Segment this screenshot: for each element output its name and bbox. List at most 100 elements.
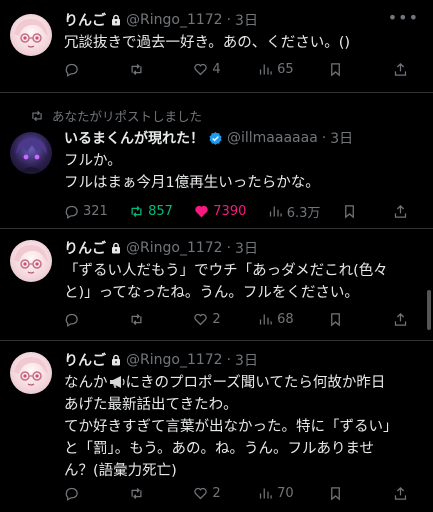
avatar[interactable] — [10, 132, 52, 174]
separator: · — [226, 352, 232, 368]
reply-button[interactable]: 321 — [64, 202, 108, 221]
share-button[interactable] — [393, 62, 423, 77]
post-text-line: フルか。 — [64, 153, 122, 169]
post-1[interactable]: りんご @Ringo_1172 · 3日 ••• 冗談抜きで過去一好き。あの、く… — [0, 0, 433, 90]
heart-icon — [194, 63, 208, 76]
avatar[interactable] — [10, 240, 52, 282]
reply-icon — [65, 313, 78, 327]
share-icon — [394, 62, 407, 76]
separator: · — [226, 12, 232, 28]
display-name[interactable]: りんご — [64, 10, 106, 30]
display-name[interactable]: りんご — [64, 350, 106, 370]
repost-icon — [131, 206, 142, 217]
repost-icon — [131, 314, 142, 325]
timestamp[interactable]: 3日 — [235, 238, 258, 258]
repost-icon — [32, 110, 42, 121]
post-text-line: と)」ってなったね。うん。フルをください。 — [64, 285, 359, 301]
separator: · — [226, 240, 232, 256]
views-button[interactable]: 6.3万 — [268, 202, 321, 221]
repost-button[interactable]: 857 — [129, 202, 173, 221]
like-count: 4 — [212, 62, 221, 77]
share-button[interactable] — [393, 486, 423, 501]
post-text-line: てか好きすぎて言葉が出なかった。特に「ずるい」 — [64, 419, 398, 435]
handle[interactable]: @Ringo_1172 — [126, 12, 223, 28]
repost-button[interactable] — [129, 62, 159, 77]
view-count: 65 — [277, 62, 294, 77]
reply-icon — [65, 487, 78, 501]
like-count: 7390 — [213, 204, 247, 219]
views-button[interactable]: 68 — [258, 312, 294, 327]
reply-icon — [65, 63, 78, 77]
reply-button[interactable] — [64, 62, 94, 77]
bookmark-button[interactable] — [328, 312, 358, 327]
share-icon — [394, 486, 407, 500]
scrollbar[interactable] — [427, 290, 431, 330]
bookmark-icon — [344, 205, 354, 219]
post-text-line: フルはまぁ今月1億再生いったらかな。 — [64, 175, 320, 191]
bookmark-button[interactable] — [342, 202, 372, 221]
megaphone-emoji — [108, 374, 126, 388]
views-button[interactable]: 65 — [258, 62, 294, 77]
post-3[interactable]: りんご @Ringo_1172 · 3日 「ずるい人だもう」でウチ「あっダメだこ… — [0, 228, 433, 340]
handle[interactable]: @illmaaaaaa — [227, 130, 318, 146]
bookmark-button[interactable] — [328, 62, 358, 77]
display-name[interactable]: いるまくんが現れた！ — [64, 128, 204, 148]
bookmark-button[interactable] — [328, 486, 358, 501]
avatar[interactable] — [10, 14, 52, 56]
post-text-fragment: なんか — [64, 375, 108, 391]
reply-button[interactable] — [64, 312, 94, 327]
post-2[interactable]: あなたがリポストしました いるまくんが現れた！ @illmaaaaaa · 3日… — [0, 92, 433, 228]
like-count: 2 — [212, 486, 221, 501]
lock-icon — [110, 14, 122, 26]
bookmark-icon — [331, 487, 341, 501]
views-icon — [259, 314, 272, 325]
repost-count: 857 — [148, 204, 173, 219]
views-icon — [259, 64, 272, 75]
view-count: 70 — [277, 486, 294, 501]
timestamp[interactable]: 3日 — [330, 128, 353, 148]
reply-count: 321 — [83, 204, 108, 219]
separator: · — [321, 130, 327, 146]
post-text-line-1: なんか にきのプロポーズ聞いてたら何故か昨日 — [64, 372, 415, 394]
timestamp[interactable]: 3日 — [235, 10, 258, 30]
handle[interactable]: @Ringo_1172 — [126, 352, 223, 368]
timestamp[interactable]: 3日 — [235, 350, 258, 370]
repost-icon — [131, 64, 142, 75]
like-button[interactable]: 4 — [193, 62, 223, 77]
share-button[interactable] — [393, 202, 423, 221]
views-icon — [259, 488, 272, 499]
post-text-line: あげた最新話出てきたわ。 — [64, 397, 238, 413]
handle[interactable]: @Ringo_1172 — [126, 240, 223, 256]
views-button[interactable]: 70 — [258, 486, 294, 501]
like-button[interactable]: 7390 — [194, 202, 246, 221]
share-button[interactable] — [393, 312, 423, 327]
post-text-line: と「罰」。もう。あの。ね。うん。フルありませ — [64, 441, 375, 457]
verified-badge-icon — [208, 131, 223, 146]
like-button[interactable]: 2 — [193, 312, 223, 327]
reply-button[interactable] — [64, 486, 94, 501]
like-count: 2 — [212, 312, 221, 327]
repost-icon — [131, 488, 142, 499]
heart-icon — [195, 205, 208, 218]
like-button[interactable]: 2 — [193, 486, 223, 501]
repost-button[interactable] — [129, 486, 159, 501]
bookmark-icon — [331, 63, 341, 77]
post-text-line: 「ずるい人だもう」でウチ「あっダメだこれ(色々 — [64, 263, 388, 279]
post-text-line: 冗談抜きで過去一好き。あの、ください。() — [64, 35, 351, 51]
reply-icon — [65, 205, 78, 219]
avatar[interactable] — [10, 352, 52, 394]
heart-icon — [194, 313, 208, 326]
views-icon — [269, 206, 282, 217]
post-text-fragment: にきのプロポーズ聞いてたら何故か昨日 — [125, 375, 386, 391]
share-icon — [394, 312, 407, 326]
display-name[interactable]: りんご — [64, 238, 106, 258]
view-count: 6.3万 — [286, 206, 321, 221]
more-icon[interactable]: ••• — [388, 8, 419, 27]
repost-button[interactable] — [129, 312, 159, 327]
view-count: 68 — [277, 312, 294, 327]
post-text-line: ん？(語彙力死亡) — [64, 463, 177, 479]
lock-icon — [110, 242, 122, 254]
repost-label[interactable]: あなたがリポストしました — [52, 106, 202, 125]
heart-icon — [194, 487, 208, 500]
post-4[interactable]: りんご @Ringo_1172 · 3日 なんか にきのプロポーズ聞いてたら何故か… — [0, 340, 433, 512]
